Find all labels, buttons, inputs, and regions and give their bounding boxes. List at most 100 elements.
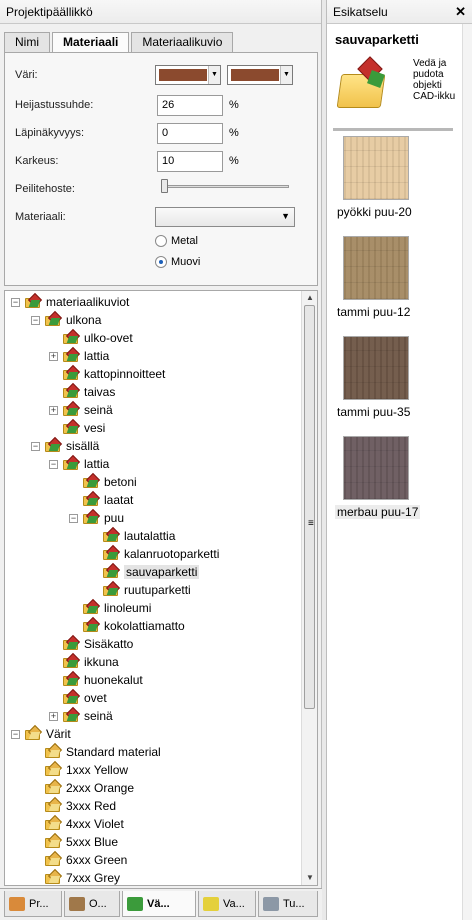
tree-node-vesi[interactable]: vesi	[49, 418, 105, 437]
tree-node-lautalattia[interactable]: lautalattia	[89, 526, 175, 545]
material-folder-icon	[103, 526, 121, 543]
material-folder-icon	[83, 508, 101, 525]
material-thumbnail[interactable]	[343, 436, 409, 500]
tree-node-laatat[interactable]: laatat	[69, 490, 133, 509]
tree-node-sisalla[interactable]: − sisällä	[31, 436, 99, 455]
tree-node-kattopinnoitteet[interactable]: kattopinnoitteet	[49, 364, 165, 383]
divider	[333, 128, 453, 131]
tree-node-grey[interactable]: 7xxx Grey	[31, 868, 120, 885]
radio-metal-label: Metal	[171, 235, 198, 247]
reflection-input[interactable]: 26	[157, 95, 223, 116]
radio-metal-dot[interactable]	[155, 235, 167, 247]
tree-node-lattia[interactable]: + lattia	[49, 346, 109, 365]
tree-node-ovet[interactable]: ovet	[49, 688, 107, 707]
scrollbar-thumb[interactable]: ≡	[304, 305, 315, 709]
scroll-down-icon[interactable]: ▼	[302, 871, 317, 885]
finish-slider-track[interactable]	[165, 185, 289, 188]
expand-icon[interactable]: +	[49, 711, 58, 721]
bottom-tab-project[interactable]: Pr...	[4, 891, 62, 917]
tree-node-green[interactable]: 6xxx Green	[31, 850, 127, 869]
material-folder-icon	[45, 436, 63, 453]
collapse-icon[interactable]: −	[49, 459, 58, 469]
tree-node-violet[interactable]: 4xxx Violet	[31, 814, 124, 833]
color-folder-icon	[45, 868, 63, 885]
expand-icon[interactable]: +	[49, 351, 58, 361]
tab-name[interactable]: Nimi	[4, 32, 50, 52]
tree-node-sauvaparketti[interactable]: sauvaparketti	[89, 562, 200, 581]
tree-node-varit[interactable]: − Värit	[11, 724, 71, 743]
tree-node-blue[interactable]: 5xxx Blue	[31, 832, 118, 851]
percent-label: %	[229, 155, 239, 167]
material-folder-icon	[103, 562, 121, 579]
thumbnail-label-selected: merbau puu-17	[335, 505, 421, 519]
tree-node-huonekalut[interactable]: huonekalut	[49, 670, 143, 689]
material-folder-icon	[63, 454, 81, 471]
collapse-icon[interactable]: −	[69, 513, 78, 523]
tree-node-sisakatto[interactable]: Sisäkatto	[49, 634, 133, 653]
close-icon[interactable]: ✕	[455, 4, 466, 20]
preview-scrollbar[interactable]	[462, 24, 472, 920]
material-folder-icon	[83, 490, 101, 507]
tree-node-root[interactable]: − materiaalikuviot	[11, 292, 129, 311]
tree-node-seina[interactable]: + seinä	[49, 706, 113, 725]
tree-node-ikkuna[interactable]: ikkuna	[49, 652, 119, 671]
material-thumbnail[interactable]	[343, 136, 409, 200]
color-folder-icon	[45, 796, 63, 813]
finish-slider-thumb[interactable]	[161, 179, 168, 193]
tree-node-linoleumi[interactable]: linoleumi	[69, 598, 151, 617]
project-icon	[9, 896, 25, 911]
preview-material-name: sauvaparketti	[335, 32, 419, 47]
bottom-tab-objects[interactable]: O...	[64, 891, 120, 917]
radio-plastic[interactable]: Muovi	[155, 256, 200, 268]
bottom-tab-print[interactable]: Tu...	[258, 891, 318, 917]
tree-node-lattia[interactable]: − lattia	[49, 454, 109, 473]
material-folder-large-icon[interactable]	[335, 56, 391, 114]
tree-node-betoni[interactable]: betoni	[69, 472, 137, 491]
thumbnail-label: tammi puu-12	[337, 305, 411, 319]
tree-node-kalanruotoparketti[interactable]: kalanruotoparketti	[89, 544, 219, 563]
collapse-icon[interactable]: −	[31, 315, 40, 325]
tree-node-puu[interactable]: − puu	[69, 508, 124, 527]
tree-node-orange[interactable]: 2xxx Orange	[31, 778, 134, 797]
material-folder-icon	[63, 634, 81, 651]
collapse-icon[interactable]: −	[11, 729, 20, 739]
material-folder-icon	[63, 364, 81, 381]
printer-icon	[263, 896, 279, 911]
collapse-icon[interactable]: −	[31, 441, 40, 451]
tree-node-red[interactable]: 3xxx Red	[31, 796, 116, 815]
tree-node-ulko-ovet[interactable]: ulko-ovet	[49, 328, 133, 347]
tree-node-taivas[interactable]: taivas	[49, 382, 115, 401]
tree-node-ruutuparketti[interactable]: ruutuparketti	[89, 580, 191, 599]
tree-node-kokolattiamatto[interactable]: kokolattiamatto	[69, 616, 185, 635]
tree-scrollbar[interactable]: ▲ ≡ ▼	[301, 291, 317, 885]
bottom-tab-colors[interactable]: Vä...	[122, 891, 196, 917]
tree-node-standard-material[interactable]: Standard material	[31, 742, 161, 761]
chevron-down-icon: ▼	[280, 66, 292, 84]
collapse-icon[interactable]: −	[11, 297, 20, 307]
scroll-up-icon[interactable]: ▲	[302, 291, 317, 305]
transparency-input[interactable]: 0	[157, 123, 223, 144]
material-thumbnail[interactable]	[343, 336, 409, 400]
roughness-input[interactable]: 10	[157, 151, 223, 172]
color-folder-icon	[45, 760, 63, 777]
material-select[interactable]: ▼	[155, 207, 295, 227]
tab-material[interactable]: Materiaali	[52, 32, 130, 53]
material-folder-icon	[63, 706, 81, 723]
color-picker-2[interactable]: ▼	[227, 65, 293, 85]
furniture-icon	[69, 896, 85, 911]
material-folder-icon	[83, 598, 101, 615]
bottom-tab-lights[interactable]: Va...	[198, 891, 256, 917]
material-folder-icon	[83, 472, 101, 489]
tree-node-ulkona[interactable]: − ulkona	[31, 310, 101, 329]
radio-metal[interactable]: Metal	[155, 235, 198, 247]
tree-node-yellow[interactable]: 1xxx Yellow	[31, 760, 128, 779]
radio-plastic-dot[interactable]	[155, 256, 167, 268]
color-picker-1[interactable]: ▼	[155, 65, 221, 85]
material-thumbnail[interactable]	[343, 236, 409, 300]
material-folder-icon	[63, 418, 81, 435]
material-folder-icon	[63, 328, 81, 345]
tab-material-pattern[interactable]: Materiaalikuvio	[131, 32, 234, 52]
tree-node-seina[interactable]: + seinä	[49, 400, 113, 419]
expand-icon[interactable]: +	[49, 405, 58, 415]
color-folder-icon	[45, 832, 63, 849]
